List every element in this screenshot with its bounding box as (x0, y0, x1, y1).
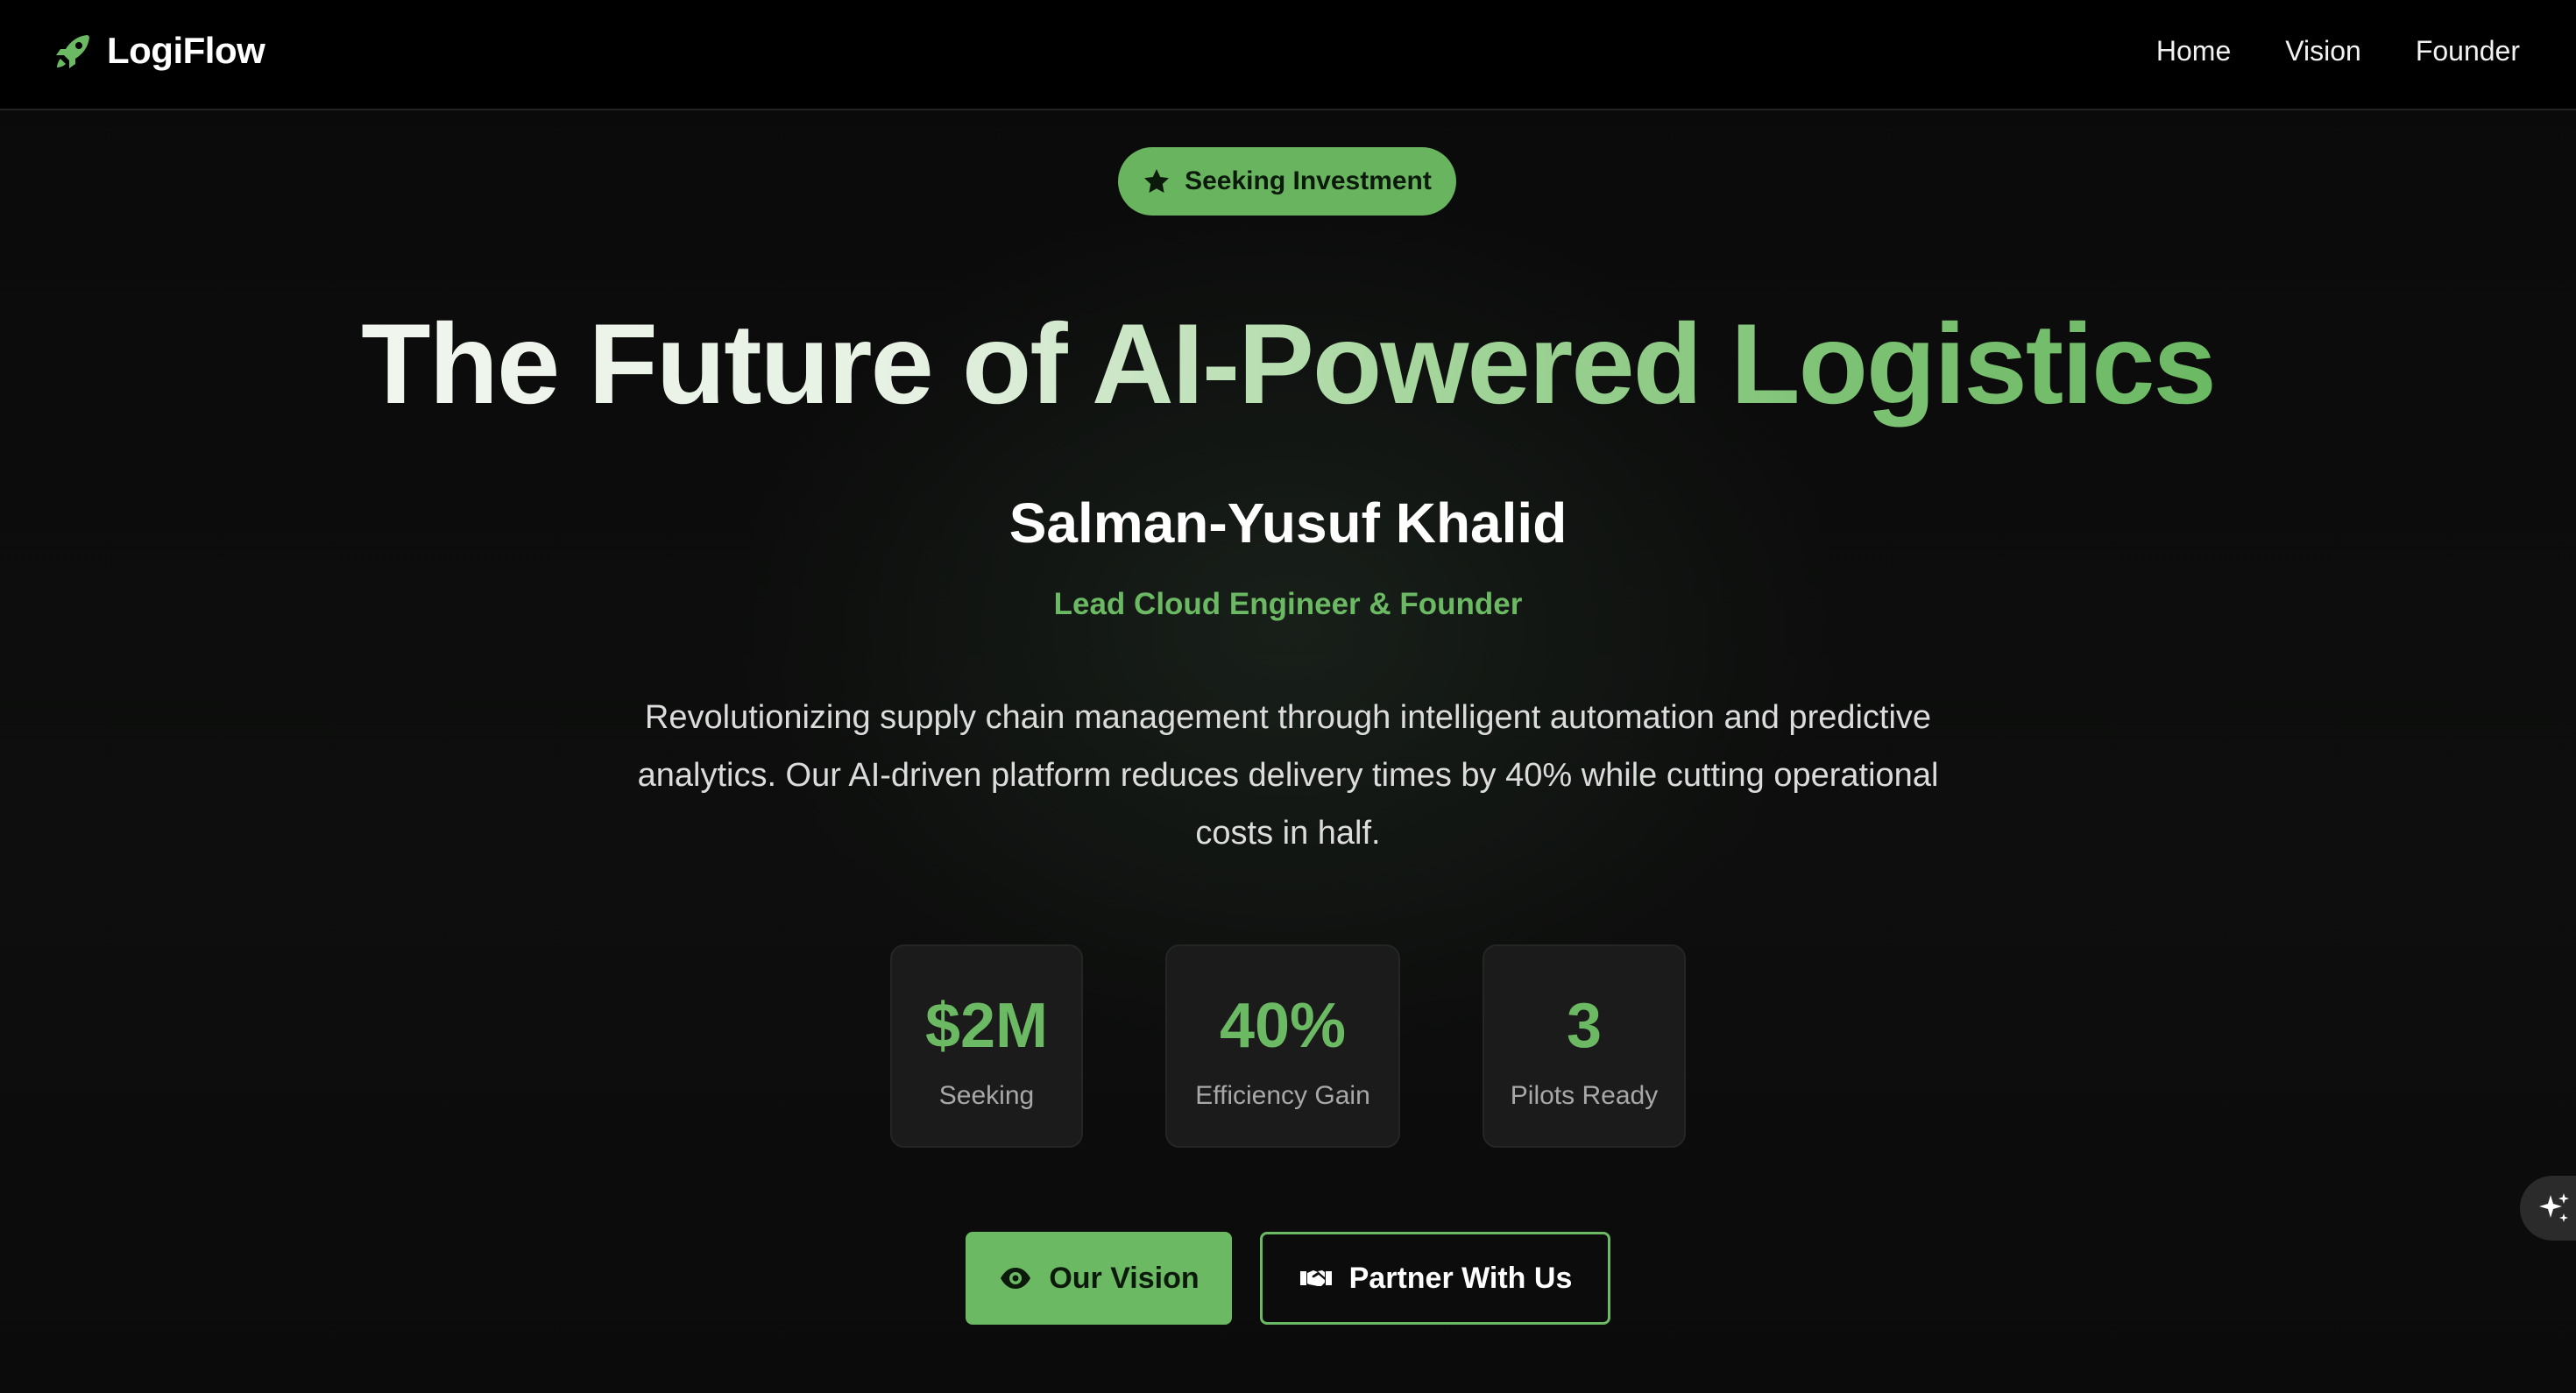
stat-card-efficiency: 40% Efficiency Gain (1165, 944, 1400, 1148)
stat-value: 3 (1566, 991, 1603, 1061)
stat-card-funding: $2M Seeking (890, 944, 1083, 1148)
founder-role: Lead Cloud Engineer & Founder (1053, 587, 1523, 621)
handshake-icon (1299, 1270, 1332, 1286)
badge-label: Seeking Investment (1185, 166, 1432, 195)
partner-with-us-button[interactable]: Partner With Us (1260, 1232, 1610, 1325)
nav-link-founder[interactable]: Founder (2416, 35, 2520, 67)
partner-with-us-label: Partner With Us (1348, 1261, 1573, 1295)
hero-title-text: The Future of AI-Powered Logistics (361, 300, 2217, 428)
stat-card-pilots: 3 Pilots Ready (1483, 944, 1686, 1148)
eye-icon (1001, 1268, 1031, 1289)
our-vision-button[interactable]: Our Vision (966, 1232, 1232, 1325)
rocket-icon (56, 35, 89, 68)
main-nav: Home Vision Founder (2156, 35, 2520, 67)
stat-value: $2M (924, 991, 1049, 1061)
seeking-investment-badge: Seeking Investment (1118, 147, 1456, 216)
nav-link-vision[interactable]: Vision (2285, 35, 2361, 67)
landing-page: LogiFlow Home Vision Founder Seeking Inv… (0, 0, 2576, 1393)
stat-label: Efficiency Gain (1195, 1081, 1370, 1110)
hero-title: The Future of AI-Powered Logistics (0, 298, 2576, 429)
ai-assistant-button[interactable] (2520, 1176, 2576, 1241)
star-icon (1144, 169, 1170, 193)
top-navigation-bar: LogiFlow Home Vision Founder (0, 0, 2576, 110)
founder-name: Salman-Yusuf Khalid (1008, 491, 1568, 555)
stat-value: 40% (1219, 991, 1347, 1061)
stat-label: Pilots Ready (1510, 1081, 1659, 1110)
hero-description: Revolutionizing supply chain management … (637, 699, 1939, 852)
brand-name: LogiFlow (107, 30, 265, 71)
our-vision-label: Our Vision (1049, 1261, 1200, 1295)
stat-label: Seeking (938, 1081, 1035, 1110)
sparkles-icon (2539, 1193, 2569, 1222)
nav-link-home[interactable]: Home (2156, 35, 2231, 67)
brand-logo[interactable]: LogiFlow (53, 30, 265, 72)
